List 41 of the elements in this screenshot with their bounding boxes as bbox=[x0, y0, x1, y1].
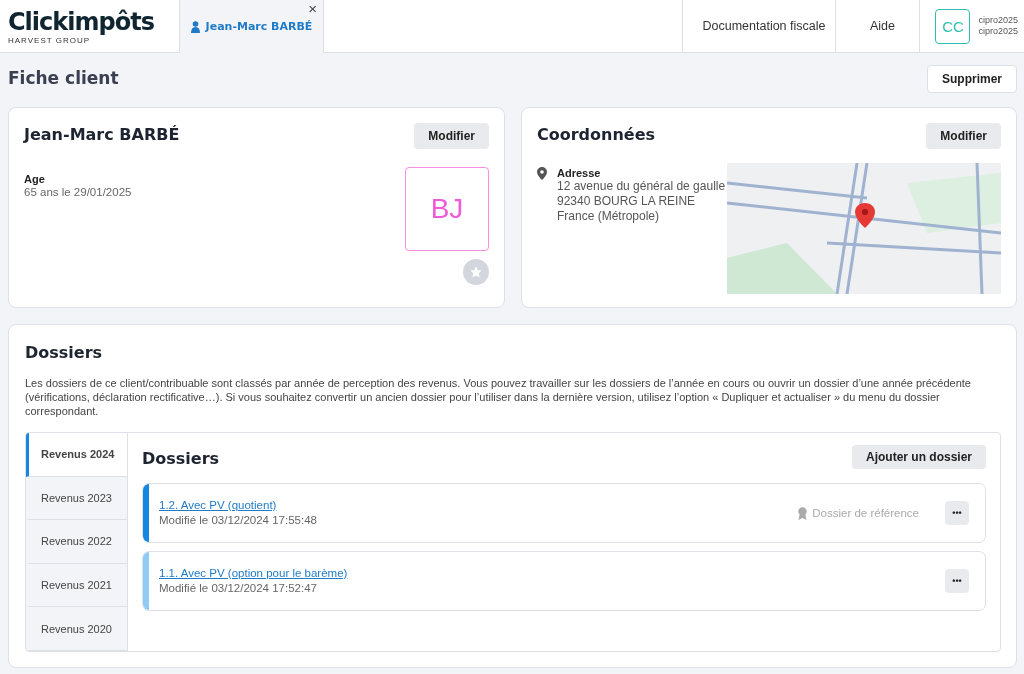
page-title: Fiche client bbox=[8, 68, 119, 88]
reference-label: Dossier de référence bbox=[812, 507, 919, 519]
nav-link[interactable]: Aide bbox=[835, 0, 920, 52]
address-line: France (Métropole) bbox=[557, 209, 661, 224]
dossier-link[interactable]: 1.2. Avec PV (quotient) bbox=[159, 498, 788, 511]
user-login: cipro2025 bbox=[978, 26, 1018, 37]
section-title: Dossiers bbox=[25, 343, 104, 362]
location-pin-icon bbox=[537, 167, 547, 180]
edit-button[interactable]: Modifier bbox=[414, 123, 489, 149]
add-dossier-button[interactable]: Ajouter un dossier bbox=[852, 445, 986, 469]
description: Les dossiers de ce client/contribuable sont classés par année de perception des revenus. Vous pouvez travailler sur les dossiers de l’année en cours ou ouvrir un dossier d’une année précédente (vérifications, déclaration rectificative…). Si vous souhaitez convertir un ancien dossier pour l’utiliser dans la dernière version, utilisez l’option « Dupliquer et actualiser » du menu du dossier correspondant. bbox=[25, 376, 972, 418]
year-tab[interactable]: Revenus 2024 bbox=[26, 433, 127, 477]
modified-date: Modifié le 03/12/2024 17:52:47 bbox=[159, 580, 318, 596]
address-line: 12 avenue du général de gaulle bbox=[557, 179, 726, 194]
dossier-link[interactable]: 1.1. Avec PV (option pour le barème) bbox=[159, 566, 935, 579]
panel-title: Dossiers bbox=[142, 448, 220, 468]
age-label: Age bbox=[24, 173, 46, 185]
logo-subtitle: HARVEST GROUP bbox=[8, 36, 92, 45]
client-tab[interactable]: Jean-Marc BARBÉ × bbox=[179, 0, 324, 53]
badge-icon bbox=[797, 506, 809, 520]
user-name: cipro2025 bbox=[978, 15, 1018, 26]
year-tab[interactable]: Revenus 2021 bbox=[26, 563, 127, 608]
more-menu-button[interactable]: ••• bbox=[945, 569, 969, 593]
client-name: Jean-Marc BARBÉ bbox=[24, 125, 180, 144]
card-title: Coordonnées bbox=[537, 125, 656, 144]
delete-button[interactable]: Supprimer bbox=[927, 65, 1017, 93]
client-avatar: BJ bbox=[405, 167, 489, 251]
logo: Clickimpôts bbox=[8, 8, 155, 36]
age-value: 65 ans le 29/01/2025 bbox=[24, 185, 132, 200]
year-tab[interactable]: Revenus 2020 bbox=[26, 607, 127, 651]
year-tab[interactable]: Revenus 2022 bbox=[26, 520, 127, 564]
address-label: Adresse bbox=[557, 167, 602, 179]
person-icon bbox=[190, 20, 200, 33]
address-line: 92340 BOURG LA REINE bbox=[557, 194, 697, 209]
tab-label: Jean-Marc BARBÉ bbox=[205, 20, 313, 33]
modified-date: Modifié le 03/12/2024 17:55:48 bbox=[159, 512, 318, 528]
close-button[interactable]: × bbox=[308, 2, 317, 16]
edit-button[interactable]: Modifier bbox=[926, 123, 1001, 149]
year-tab[interactable]: Revenus 2023 bbox=[26, 476, 127, 521]
nav-link[interactable]: Documentation fiscale bbox=[682, 0, 836, 52]
more-menu-button[interactable]: ••• bbox=[945, 501, 969, 525]
